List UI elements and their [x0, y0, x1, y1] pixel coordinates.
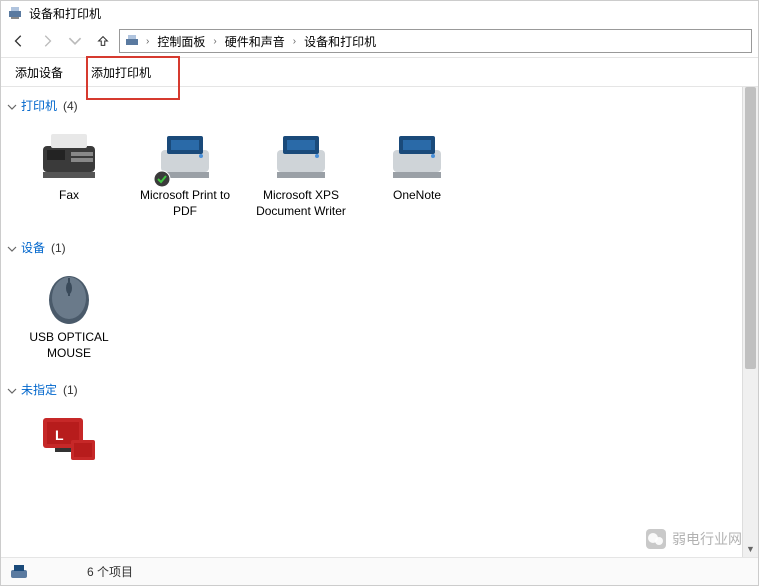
window-title: 设备和打印机 [29, 5, 101, 22]
device-label: OneNote [393, 188, 441, 204]
device-item-xps-writer[interactable]: Microsoft XPS Document Writer [253, 128, 349, 219]
chevron-right-icon[interactable]: › [142, 36, 153, 47]
wechat-icon [646, 529, 666, 549]
fax-icon [37, 128, 101, 184]
group-count: (1) [63, 383, 78, 397]
content-area: 打印机 (4) Fax Microsoft Print to PDF Micro… [1, 87, 758, 557]
breadcrumb-item[interactable]: 硬件和声音 [223, 33, 287, 50]
devices-printers-icon [7, 5, 23, 21]
group-name: 设备 [21, 239, 45, 256]
titlebar: 设备和打印机 [1, 1, 758, 25]
vertical-scrollbar[interactable]: ▲ ▼ [742, 87, 758, 557]
printer-small-icon [9, 563, 29, 581]
scrollbar-thumb[interactable] [745, 87, 756, 369]
watermark: 弱电行业网 [646, 529, 742, 549]
device-item-fax[interactable]: Fax [21, 128, 117, 219]
chevron-down-icon [7, 383, 17, 397]
breadcrumb-item[interactable]: 控制面板 [155, 33, 207, 50]
up-button[interactable] [91, 29, 115, 53]
back-button[interactable] [7, 29, 31, 53]
unspecified-grid: L [1, 402, 758, 482]
device-item-mouse[interactable]: USB OPTICAL MOUSE [21, 270, 117, 361]
printers-grid: Fax Microsoft Print to PDF Microsoft XPS… [1, 118, 758, 229]
default-check-icon [153, 170, 171, 188]
navbar: › 控制面板 › 硬件和声音 › 设备和打印机 [1, 25, 758, 57]
add-printer-button[interactable]: 添加打印机 [77, 58, 165, 87]
chevron-down-icon [7, 99, 17, 113]
group-count: (4) [63, 99, 78, 113]
breadcrumb[interactable]: › 控制面板 › 硬件和声音 › 设备和打印机 [119, 29, 752, 53]
group-header-unspecified[interactable]: 未指定 (1) [1, 371, 758, 402]
mouse-icon [37, 270, 101, 326]
scroll-down-arrow[interactable]: ▼ [743, 541, 758, 557]
printer-icon [269, 128, 333, 184]
device-item-unspecified[interactable]: L [21, 412, 117, 472]
watermark-text: 弱电行业网 [672, 529, 742, 549]
statusbar: 6 个项目 [1, 557, 758, 585]
chevron-right-icon[interactable]: › [289, 36, 300, 47]
breadcrumb-item[interactable]: 设备和打印机 [302, 33, 378, 50]
unknown-device-icon: L [37, 412, 101, 468]
device-label: Microsoft Print to PDF [137, 188, 233, 219]
device-item-print-to-pdf[interactable]: Microsoft Print to PDF [137, 128, 233, 219]
svg-text:L: L [55, 427, 64, 443]
device-label: USB OPTICAL MOUSE [21, 330, 117, 361]
group-name: 未指定 [21, 381, 57, 398]
group-count: (1) [51, 241, 66, 255]
printer-icon [385, 128, 449, 184]
group-header-devices[interactable]: 设备 (1) [1, 229, 758, 260]
toolbar: 添加设备 添加打印机 [1, 57, 758, 87]
group-header-printers[interactable]: 打印机 (4) [1, 87, 758, 118]
printer-icon [153, 128, 217, 184]
devices-printers-icon [124, 33, 140, 49]
forward-button[interactable] [35, 29, 59, 53]
status-text: 6 个项目 [37, 563, 133, 580]
devices-grid: USB OPTICAL MOUSE [1, 260, 758, 371]
add-device-button[interactable]: 添加设备 [1, 58, 77, 87]
chevron-right-icon[interactable]: › [209, 36, 220, 47]
device-label: Microsoft XPS Document Writer [253, 188, 349, 219]
device-label: Fax [59, 188, 79, 204]
recent-dropdown[interactable] [63, 29, 87, 53]
chevron-down-icon [7, 241, 17, 255]
device-item-onenote[interactable]: OneNote [369, 128, 465, 219]
group-name: 打印机 [21, 97, 57, 114]
